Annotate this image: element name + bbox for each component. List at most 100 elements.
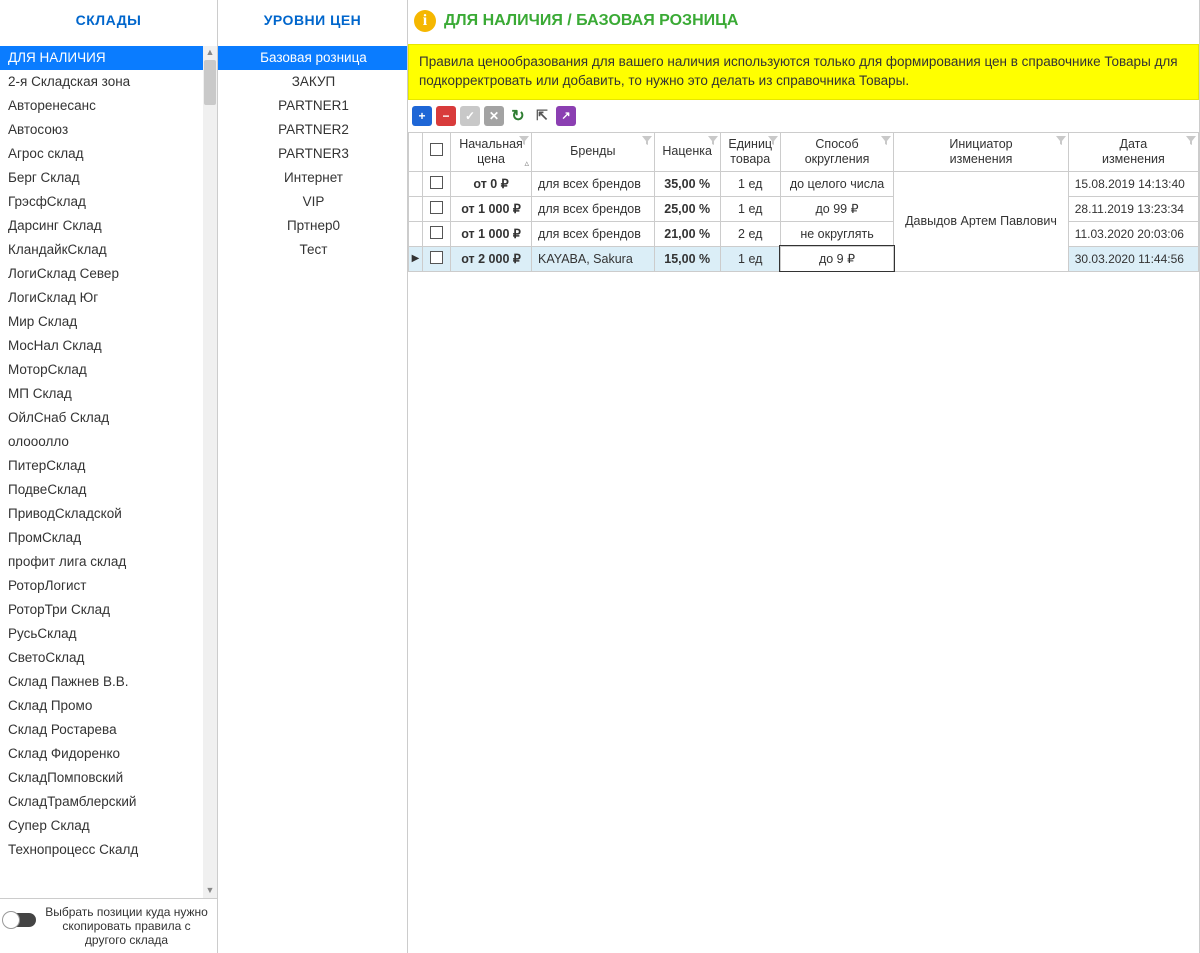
filter-icon[interactable] xyxy=(1186,135,1196,145)
filter-icon[interactable] xyxy=(881,135,891,145)
level-item[interactable]: VIP xyxy=(218,190,407,214)
warehouse-item[interactable]: СкладТрамблерский xyxy=(0,790,217,814)
warehouse-item[interactable]: ГрэсфСклад xyxy=(0,190,217,214)
row-checkbox[interactable] xyxy=(430,226,443,239)
cell[interactable]: 2 ед xyxy=(720,221,780,246)
cell[interactable]: до 99 ₽ xyxy=(780,196,894,221)
column-header[interactable]: Наценка xyxy=(654,132,720,171)
column-header[interactable] xyxy=(423,132,451,171)
level-item[interactable]: Пртнер0 xyxy=(218,214,407,238)
table-row[interactable]: от 1 000 ₽для всех брендов21,00 %2 едне … xyxy=(409,221,1199,246)
warehouse-item[interactable]: Мир Склад xyxy=(0,310,217,334)
scrollbar[interactable]: ▲ ▼ xyxy=(203,46,217,898)
filter-icon[interactable] xyxy=(768,135,778,145)
warehouse-item[interactable]: Склад Фидоренко xyxy=(0,742,217,766)
warehouse-item[interactable]: СветоСклад xyxy=(0,646,217,670)
warehouse-item[interactable]: Автосоюз xyxy=(0,118,217,142)
warehouse-item[interactable]: 2-я Складская зона xyxy=(0,70,217,94)
level-item[interactable]: Интернет xyxy=(218,166,407,190)
column-header[interactable]: Бренды xyxy=(532,132,655,171)
row-checkbox[interactable] xyxy=(430,201,443,214)
level-item[interactable]: PARTNER2 xyxy=(218,118,407,142)
table-row[interactable]: от 0 ₽для всех брендов35,00 %1 еддо цело… xyxy=(409,171,1199,196)
cell[interactable]: для всех брендов xyxy=(532,171,655,196)
warehouse-item[interactable]: ПриводСкладской xyxy=(0,502,217,526)
cell[interactable]: от 2 000 ₽ xyxy=(451,246,532,271)
copy-rules-toggle[interactable] xyxy=(4,913,36,927)
add-button[interactable]: + xyxy=(412,106,432,126)
warehouse-item[interactable]: СкладПомповский xyxy=(0,766,217,790)
export-button[interactable]: ⇱ xyxy=(532,106,552,126)
level-item[interactable]: Базовая розница xyxy=(218,46,407,70)
cell[interactable]: не округлять xyxy=(780,221,894,246)
cell[interactable]: 15,00 % xyxy=(654,246,720,271)
warehouse-item[interactable]: ОйлСнаб Склад xyxy=(0,406,217,430)
warehouse-item[interactable]: профит лига склад xyxy=(0,550,217,574)
table-row[interactable]: от 1 000 ₽для всех брендов25,00 %1 еддо … xyxy=(409,196,1199,221)
cell[interactable]: от 0 ₽ xyxy=(451,171,532,196)
warehouse-item[interactable]: ПодвеСклад xyxy=(0,478,217,502)
warehouse-item[interactable]: Технопроцесс Скалд xyxy=(0,838,217,862)
cell[interactable]: 25,00 % xyxy=(654,196,720,221)
level-item[interactable]: Тест xyxy=(218,238,407,262)
scroll-thumb[interactable] xyxy=(204,60,216,105)
select-all-checkbox[interactable] xyxy=(430,143,443,156)
scroll-up-icon[interactable]: ▲ xyxy=(203,46,217,60)
refresh-button[interactable]: ↻ xyxy=(508,106,528,126)
warehouse-item[interactable]: ЛогиСклад Юг xyxy=(0,286,217,310)
warehouse-item[interactable]: Дарсинг Склад xyxy=(0,214,217,238)
level-item[interactable]: PARTNER3 xyxy=(218,142,407,166)
cell[interactable]: от 1 000 ₽ xyxy=(451,221,532,246)
warehouse-item[interactable]: МП Склад xyxy=(0,382,217,406)
cell[interactable]: 1 ед xyxy=(720,246,780,271)
warehouse-item[interactable]: ПромСклад xyxy=(0,526,217,550)
filter-icon[interactable] xyxy=(519,135,529,145)
cell[interactable]: до целого числа xyxy=(780,171,894,196)
warehouse-item[interactable]: МосНал Склад xyxy=(0,334,217,358)
cell[interactable]: 1 ед xyxy=(720,171,780,196)
rules-table[interactable]: Начальнаяцена▵БрендыНаценкаЕдиництовараС… xyxy=(408,132,1199,272)
levels-list[interactable]: Базовая розницаЗАКУПPARTNER1PARTNER2PART… xyxy=(218,46,407,953)
column-header[interactable]: Начальнаяцена▵ xyxy=(451,132,532,171)
warehouse-item[interactable]: Склад Промо xyxy=(0,694,217,718)
warehouse-item[interactable]: Авторенесанс xyxy=(0,94,217,118)
warehouses-list[interactable]: ДЛЯ НАЛИЧИЯ2-я Складская зонаАвторенесан… xyxy=(0,46,217,898)
warehouse-item[interactable]: РусьСклад xyxy=(0,622,217,646)
table-row[interactable]: ▶от 2 000 ₽KAYABA, Sakura15,00 %1 еддо 9… xyxy=(409,246,1199,271)
cell[interactable]: 35,00 % xyxy=(654,171,720,196)
cell[interactable]: для всех брендов xyxy=(532,196,655,221)
column-header[interactable]: Способокругления xyxy=(780,132,894,171)
cell[interactable]: от 1 000 ₽ xyxy=(451,196,532,221)
sort-icon[interactable]: ▵ xyxy=(525,158,530,169)
external-link-button[interactable]: ↗ xyxy=(556,106,576,126)
cell[interactable]: 1 ед xyxy=(720,196,780,221)
column-header[interactable]: Датаизменения xyxy=(1068,132,1198,171)
warehouse-item[interactable]: Супер Склад xyxy=(0,814,217,838)
cancel-button[interactable]: ✕ xyxy=(484,106,504,126)
confirm-button[interactable]: ✓ xyxy=(460,106,480,126)
warehouse-item[interactable]: олооолло xyxy=(0,430,217,454)
filter-icon[interactable] xyxy=(1056,135,1066,145)
filter-icon[interactable] xyxy=(642,135,652,145)
level-item[interactable]: ЗАКУП xyxy=(218,70,407,94)
warehouse-item[interactable]: МоторСклад xyxy=(0,358,217,382)
delete-button[interactable]: − xyxy=(436,106,456,126)
row-checkbox[interactable] xyxy=(430,176,443,189)
warehouse-item[interactable]: Склад Ростарева xyxy=(0,718,217,742)
warehouse-item[interactable]: РоторЛогист xyxy=(0,574,217,598)
warehouse-item[interactable]: Агрос склад xyxy=(0,142,217,166)
cell[interactable]: KAYABA, Sakura xyxy=(532,246,655,271)
filter-icon[interactable] xyxy=(708,135,718,145)
cell[interactable]: 21,00 % xyxy=(654,221,720,246)
warehouse-item[interactable]: ПитерСклад xyxy=(0,454,217,478)
scroll-down-icon[interactable]: ▼ xyxy=(203,884,217,898)
row-checkbox[interactable] xyxy=(430,251,443,264)
level-item[interactable]: PARTNER1 xyxy=(218,94,407,118)
warehouse-item[interactable]: ЛогиСклад Север xyxy=(0,262,217,286)
warehouse-item[interactable]: КландайкСклад xyxy=(0,238,217,262)
cell[interactable]: для всех брендов xyxy=(532,221,655,246)
cell[interactable]: до 9 ₽ xyxy=(780,246,894,271)
warehouse-item[interactable]: Берг Склад xyxy=(0,166,217,190)
warehouse-item[interactable]: РоторТри Склад xyxy=(0,598,217,622)
column-header[interactable]: Инициаторизменения xyxy=(894,132,1068,171)
